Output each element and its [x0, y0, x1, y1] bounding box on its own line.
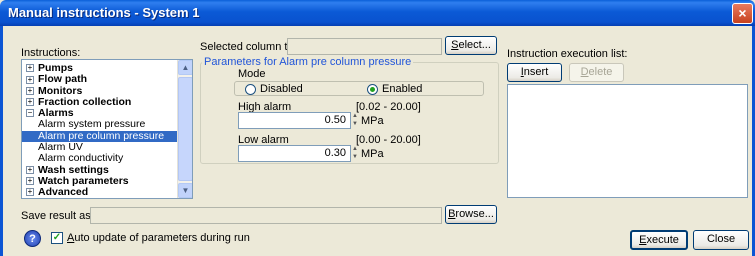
mode-disabled-radio[interactable] [245, 84, 256, 95]
low-alarm-input[interactable]: 0.30 [238, 145, 351, 162]
select-column-button[interactable]: Select... [445, 36, 497, 55]
column-type-field [287, 38, 442, 55]
save-result-field [90, 207, 442, 224]
tree-item-label: Flow path [38, 73, 87, 86]
tree-item-label: Advanced [38, 186, 89, 199]
close-button[interactable]: Close [693, 230, 749, 250]
tree-item-label: Alarm pre column pressure [38, 129, 165, 142]
low-alarm-spinner[interactable]: ▲ ▼ [352, 145, 358, 162]
high-alarm-unit: MPa [361, 115, 384, 127]
expand-icon[interactable]: + [26, 86, 34, 95]
scroll-down-icon[interactable]: ▼ [178, 183, 192, 198]
high-alarm-input[interactable]: 0.50 [238, 112, 351, 129]
high-alarm-range: [0.02 - 20.00] [356, 101, 421, 113]
tree-item-label: Watch parameters [38, 174, 129, 187]
insert-button[interactable]: Insert [507, 63, 562, 82]
expand-icon[interactable]: + [26, 75, 34, 84]
execution-list[interactable] [507, 84, 748, 198]
instructions-label: Instructions: [21, 47, 81, 59]
expand-icon[interactable]: + [26, 177, 34, 186]
close-window-button[interactable]: × [732, 3, 753, 24]
delete-button[interactable]: Delete [569, 63, 624, 82]
browse-button[interactable]: Browse... [445, 205, 497, 224]
execution-list-label: Instruction execution list: [507, 48, 628, 60]
tree-item-label: Alarm UV [38, 141, 83, 154]
mode-enabled-label[interactable]: Enabled [382, 83, 422, 95]
help-icon[interactable]: ? [24, 230, 41, 247]
spin-up-icon[interactable]: ▲ [352, 112, 358, 120]
window-frame-left [0, 26, 3, 256]
mode-disabled-label[interactable]: Disabled [260, 83, 303, 95]
tree-item-label: Alarms [38, 107, 74, 120]
parameters-group-title: Parameters for Alarm pre column pressure [202, 56, 414, 68]
auto-update-checkbox[interactable]: ✓ [51, 232, 63, 244]
tree-item-label: Wash settings [38, 163, 109, 176]
mode-label: Mode [238, 68, 266, 80]
radio-selected-dot [370, 87, 375, 92]
tree-scrollbar[interactable]: ▲ ▼ [177, 60, 192, 198]
expand-icon[interactable]: + [26, 165, 34, 174]
tree-item-label: Alarm conductivity [38, 152, 124, 165]
high-alarm-spinner[interactable]: ▲ ▼ [352, 112, 358, 129]
save-result-label: Save result as: [21, 210, 94, 222]
mode-enabled-radio[interactable] [367, 84, 378, 95]
spin-down-icon[interactable]: ▼ [352, 153, 358, 161]
expand-icon[interactable]: + [26, 64, 34, 73]
spin-up-icon[interactable]: ▲ [352, 145, 358, 153]
low-alarm-range: [0.00 - 20.00] [356, 134, 421, 146]
low-alarm-unit: MPa [361, 148, 384, 160]
spin-down-icon[interactable]: ▼ [352, 120, 358, 128]
expand-icon[interactable]: + [26, 188, 34, 197]
window-title: Manual instructions - System 1 [8, 5, 200, 20]
scroll-up-icon[interactable]: ▲ [178, 60, 192, 75]
collapse-icon[interactable]: − [26, 109, 34, 118]
auto-update-label[interactable]: Auto update of parameters during run [67, 232, 250, 244]
instructions-tree[interactable]: + Pumps + Flow path + Monitors + Fraction colle… [21, 59, 193, 199]
execute-button[interactable]: Execute [630, 230, 688, 250]
expand-icon[interactable]: + [26, 98, 34, 107]
title-bar: Manual instructions - System 1 × [0, 0, 755, 26]
tree-item-label: Alarm system pressure [38, 118, 146, 131]
tree-item-label: Pumps [38, 62, 74, 74]
tree-item-label: Fraction collection [38, 95, 132, 108]
scroll-thumb[interactable] [178, 77, 192, 181]
tree-item-label: Monitors [38, 84, 83, 97]
tree-item-label: Other [38, 198, 66, 199]
